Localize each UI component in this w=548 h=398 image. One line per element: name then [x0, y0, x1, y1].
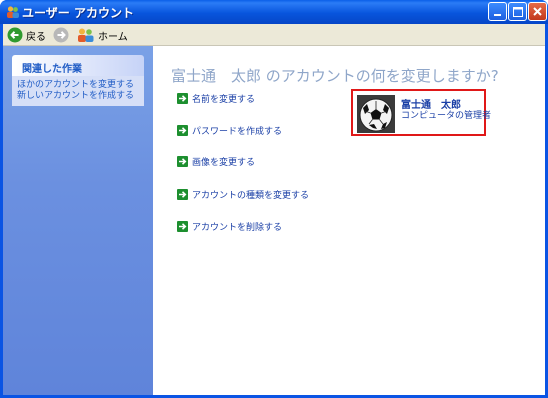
green-arrow-icon: [177, 125, 188, 136]
forward-arrow-icon: [53, 27, 69, 43]
account-card: 富士通 太郎 コンピュータの管理者: [351, 89, 491, 136]
user-accounts-window: ユーザー アカウント 戻る ホーム 関連した作業 ほかのアカウントを変更する 新…: [0, 0, 548, 398]
action-change-name[interactable]: 名前を変更する: [177, 92, 255, 105]
close-icon: [533, 7, 542, 16]
action-create-password[interactable]: パスワードを作成する: [177, 124, 282, 137]
action-label: 名前を変更する: [192, 95, 256, 105]
toolbar: 戻る ホーム: [3, 24, 545, 46]
related-tasks-panel: 関連した作業 ほかのアカウントを変更する 新しいアカウントを作成する: [12, 55, 144, 106]
title-bar[interactable]: ユーザー アカウント: [0, 0, 548, 24]
green-arrow-icon: [177, 93, 188, 104]
home-label: ホーム: [98, 31, 128, 43]
back-arrow-icon: [7, 27, 23, 43]
green-arrow-icon: [177, 156, 188, 167]
back-label: 戻る: [26, 31, 46, 43]
content-area: 関連した作業 ほかのアカウントを変更する 新しいアカウントを作成する 富士通 太…: [3, 46, 545, 395]
action-label: パスワードを作成する: [192, 127, 283, 137]
maximize-icon: [513, 7, 523, 17]
action-label: 画像を変更する: [192, 158, 256, 168]
action-change-picture[interactable]: 画像を変更する: [177, 155, 255, 168]
task-link-create-account[interactable]: 新しいアカウントを作成する: [17, 91, 140, 102]
task-link-change-other-account[interactable]: ほかのアカウントを変更する: [17, 80, 140, 91]
green-arrow-icon: [177, 189, 188, 200]
minimize-icon: [494, 14, 501, 16]
sidebar: 関連した作業 ほかのアカウントを変更する 新しいアカウントを作成する: [3, 46, 153, 395]
action-label: アカウントを削除する: [192, 223, 283, 233]
minimize-button[interactable]: [488, 2, 507, 21]
window-title: ユーザー アカウント: [22, 6, 134, 20]
soccer-ball-picture: [357, 95, 395, 133]
related-tasks-list: ほかのアカウントを変更する 新しいアカウントを作成する: [12, 76, 144, 106]
forward-button[interactable]: [53, 26, 69, 44]
action-label: アカウントの種類を変更する: [192, 191, 310, 201]
related-tasks-heading: 関連した作業: [12, 55, 144, 76]
action-delete-account[interactable]: アカウントを削除する: [177, 220, 282, 233]
users-home-icon: [78, 28, 94, 42]
maximize-button[interactable]: [508, 2, 527, 21]
account-role: コンピュータの管理者: [401, 111, 492, 121]
back-button[interactable]: 戻る: [7, 26, 46, 44]
users-icon: [7, 6, 19, 18]
green-arrow-icon: [177, 221, 188, 232]
action-change-account-type[interactable]: アカウントの種類を変更する: [177, 188, 309, 201]
close-button[interactable]: [528, 2, 547, 21]
page-title: 富士通 太郎 のアカウントの何を変更しますか?: [171, 67, 499, 85]
home-button[interactable]: ホーム: [77, 26, 128, 44]
